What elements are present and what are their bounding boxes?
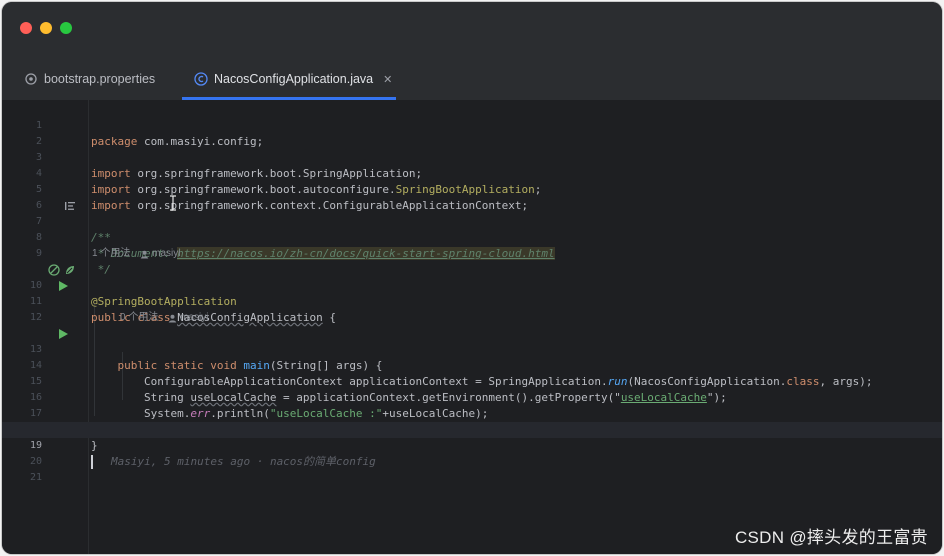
code-line-14[interactable]: 14 ConfigurableApplicationContext applic… — [2, 342, 942, 388]
ide-window: bootstrap.properties NacosConfigApplicat… — [2, 2, 942, 554]
mouse-ibeam-cursor-icon — [170, 195, 176, 211]
line-number: 21 — [29, 472, 42, 483]
user-icon — [141, 250, 149, 258]
code-line-9[interactable]: 9 */ — [2, 230, 942, 276]
line-number: 9 — [35, 248, 42, 259]
tab-label: bootstrap.properties — [44, 72, 156, 86]
properties-file-icon — [25, 73, 37, 85]
editor-tab-bar: bootstrap.properties NacosConfigApplicat… — [2, 58, 942, 101]
code-line-21[interactable]: 21 — [2, 454, 942, 483]
code-line-18[interactable]: 18 } — [2, 406, 942, 452]
code-line-15[interactable]: 15 String useLocalCache = applicationCon… — [2, 358, 942, 404]
tab-bootstrap-properties[interactable]: bootstrap.properties — [24, 58, 155, 100]
maximize-window-button[interactable] — [60, 22, 72, 34]
tab-label: NacosConfigApplication.java — [214, 72, 374, 86]
code-line-8[interactable]: 8 * Document: https://nacos.io/zh-cn/doc… — [2, 214, 942, 260]
code-line-6[interactable]: 6 — [2, 182, 942, 211]
code-line-7[interactable]: 7 /** — [2, 198, 942, 244]
user-icon — [169, 314, 177, 322]
code-line-12[interactable]: 12 — [2, 294, 942, 323]
spring-bean-icon[interactable] — [48, 264, 60, 276]
code-line-10[interactable]: 10 @SpringBootApplication — [2, 262, 942, 308]
java-class-icon — [194, 72, 208, 86]
doc-link[interactable]: https://nacos.io/zh-cn/docs/quick-start-… — [177, 247, 555, 260]
run-icon[interactable] — [57, 328, 69, 340]
close-tab-icon[interactable]: ✕ — [383, 73, 392, 86]
usage-inlay-hint[interactable]: 1 个用法 masiyi — [92, 246, 180, 262]
code-editor[interactable]: 1 package com.masiyi.config; 2 3 import … — [2, 100, 942, 554]
code-line-20[interactable]: 20 — [2, 438, 942, 467]
code-line-17[interactable]: 17 } — [2, 390, 942, 436]
tab-nacos-config-application[interactable]: NacosConfigApplication.java ✕ — [194, 58, 392, 100]
usage-inlay-hint[interactable]: 0 个用法 masiyi — [120, 310, 208, 326]
code-line-2[interactable]: 2 — [2, 118, 942, 147]
close-window-button[interactable] — [20, 22, 32, 34]
line-number: 12 — [29, 312, 42, 323]
render-doc-icon[interactable] — [64, 200, 76, 212]
code-line-4[interactable]: 4 import org.springframework.boot.autoco… — [2, 150, 942, 196]
code-line-1[interactable]: 1 package com.masiyi.config; — [2, 102, 942, 148]
title-bar — [2, 2, 942, 58]
code-line-11[interactable]: 11 public class NacosConfigApplication { — [2, 278, 942, 324]
code-line-5[interactable]: 5 import org.springframework.context.Con… — [2, 166, 942, 212]
code-line-13[interactable]: 13 public static void main(String[] args… — [2, 326, 942, 372]
minimize-window-button[interactable] — [40, 22, 52, 34]
code-line-3[interactable]: 3 import org.springframework.boot.Spring… — [2, 134, 942, 180]
code-line-19[interactable]: 19 Masiyi, 5 minutes ago · nacos的简单confi… — [2, 422, 942, 469]
spring-boot-icon[interactable] — [64, 264, 76, 276]
code-line-16[interactable]: 16 System.err.println("useLocalCache :"+… — [2, 374, 942, 420]
run-icon[interactable] — [57, 280, 69, 292]
watermark: CSDN @摔头发的王富贵 — [734, 528, 928, 547]
